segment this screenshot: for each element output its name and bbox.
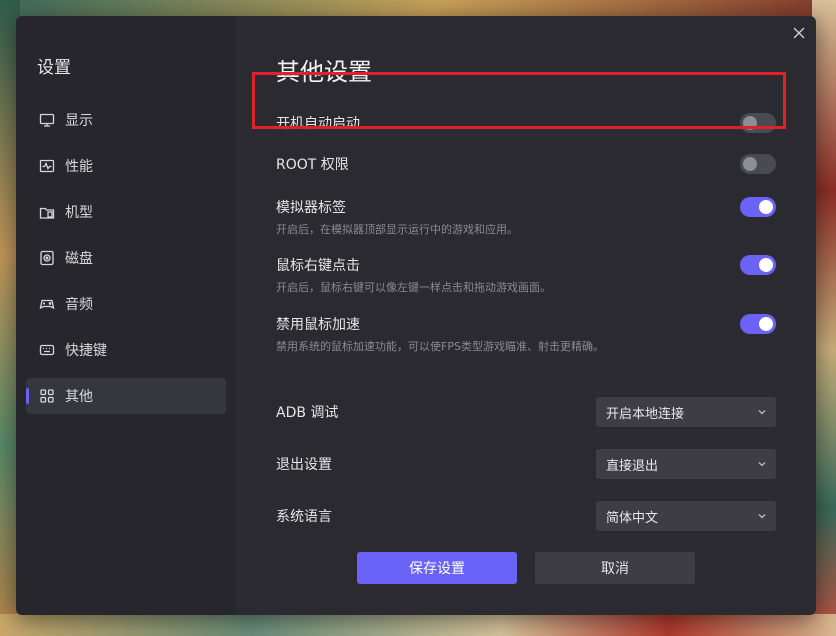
right-click-toggle[interactable] [740, 255, 776, 275]
page-title: 其他设置 [276, 58, 372, 86]
toggle-knob [759, 317, 773, 331]
keyboard-icon [39, 342, 55, 358]
sidebar-item-other[interactable]: 其他 [26, 378, 226, 414]
grid-icon [39, 388, 55, 404]
setting-label: 系统语言 [276, 509, 332, 525]
settings-sidebar: 设置 显示 性能 机型 磁盘 音频 快捷键 其他 [16, 16, 236, 615]
select-value: 简体中文 [606, 510, 659, 526]
setting-label: 模拟器标签 [276, 200, 346, 216]
setting-description: 禁用系统的鼠标加速功能，可以使FPS类型游戏瞄准、射击更精确。 [276, 340, 604, 353]
sidebar-item-performance[interactable]: 性能 [26, 148, 226, 184]
language-select[interactable]: 简体中文 [596, 501, 776, 531]
monitor-icon [39, 112, 55, 128]
toggle-knob [759, 200, 773, 214]
setting-row-adb: ADB 调试 开启本地连接 [276, 397, 776, 427]
toggle-knob [759, 258, 773, 272]
sidebar-item-label: 音频 [65, 297, 93, 313]
adb-select[interactable]: 开启本地连接 [596, 397, 776, 427]
sidebar-item-label: 快捷键 [65, 343, 107, 359]
save-button[interactable]: 保存设置 [357, 552, 517, 584]
chevron-down-icon [758, 514, 766, 519]
root-toggle[interactable] [740, 154, 776, 174]
setting-row-autostart: 开机自动启动 [276, 113, 776, 133]
setting-row-emulator-tab: 模拟器标签 开启后，在模拟器顶部显示运行中的游戏和应用。 [276, 197, 776, 237]
setting-label: 鼠标右键点击 [276, 258, 360, 274]
setting-description: 开启后，在模拟器顶部显示运行中的游戏和应用。 [276, 223, 518, 236]
setting-label: 开机自动启动 [276, 116, 360, 132]
close-icon [793, 27, 805, 39]
sidebar-item-shortcuts[interactable]: 快捷键 [26, 332, 226, 368]
mouse-accel-toggle[interactable] [740, 314, 776, 334]
sidebar-item-disk[interactable]: 磁盘 [26, 240, 226, 276]
sidebar-item-label: 其他 [65, 389, 93, 405]
settings-dialog: 设置 显示 性能 机型 磁盘 音频 快捷键 其他 其他设置 开机自动启动 ROO… [16, 16, 816, 615]
autostart-toggle[interactable] [740, 113, 776, 133]
sidebar-item-label: 磁盘 [65, 251, 93, 267]
setting-label: 退出设置 [276, 457, 332, 473]
sidebar-nav: 显示 性能 机型 磁盘 音频 快捷键 其他 [16, 102, 236, 414]
close-button[interactable] [790, 24, 808, 42]
chevron-down-icon [758, 462, 766, 467]
setting-row-exit: 退出设置 直接退出 [276, 449, 776, 479]
sidebar-item-model[interactable]: 机型 [26, 194, 226, 230]
disk-icon [39, 250, 55, 266]
setting-row-right-click: 鼠标右键点击 开启后，鼠标右键可以像左键一样点击和拖动游戏画面。 [276, 255, 776, 295]
sidebar-item-audio[interactable]: 音频 [26, 286, 226, 322]
emulator-tab-toggle[interactable] [740, 197, 776, 217]
exit-select[interactable]: 直接退出 [596, 449, 776, 479]
sidebar-title: 设置 [37, 58, 71, 78]
toggle-knob [743, 157, 757, 171]
setting-row-mouse-accel: 禁用鼠标加速 禁用系统的鼠标加速功能，可以使FPS类型游戏瞄准、射击更精确。 [276, 314, 776, 354]
toggle-knob [743, 116, 757, 130]
setting-row-root: ROOT 权限 [276, 154, 776, 174]
pulse-icon [39, 158, 55, 174]
device-icon [39, 204, 55, 220]
select-value: 直接退出 [606, 458, 659, 474]
sidebar-item-display[interactable]: 显示 [26, 102, 226, 138]
sidebar-item-label: 显示 [65, 113, 93, 129]
sidebar-item-label: 机型 [65, 205, 93, 221]
settings-main-panel: 其他设置 开机自动启动 ROOT 权限 模拟器标签 开启后，在模拟器顶部显示运行… [236, 16, 816, 615]
background-art-bottom [0, 614, 836, 636]
chevron-down-icon [758, 410, 766, 415]
setting-label: ADB 调试 [276, 405, 339, 421]
sidebar-item-label: 性能 [65, 159, 93, 175]
cancel-button[interactable]: 取消 [535, 552, 695, 584]
gamepad-icon [39, 296, 55, 312]
setting-description: 开启后，鼠标右键可以像左键一样点击和拖动游戏画面。 [276, 281, 551, 294]
setting-row-language: 系统语言 简体中文 [276, 501, 776, 531]
select-value: 开启本地连接 [606, 406, 685, 422]
setting-label: 禁用鼠标加速 [276, 317, 360, 333]
setting-label: ROOT 权限 [276, 157, 349, 173]
